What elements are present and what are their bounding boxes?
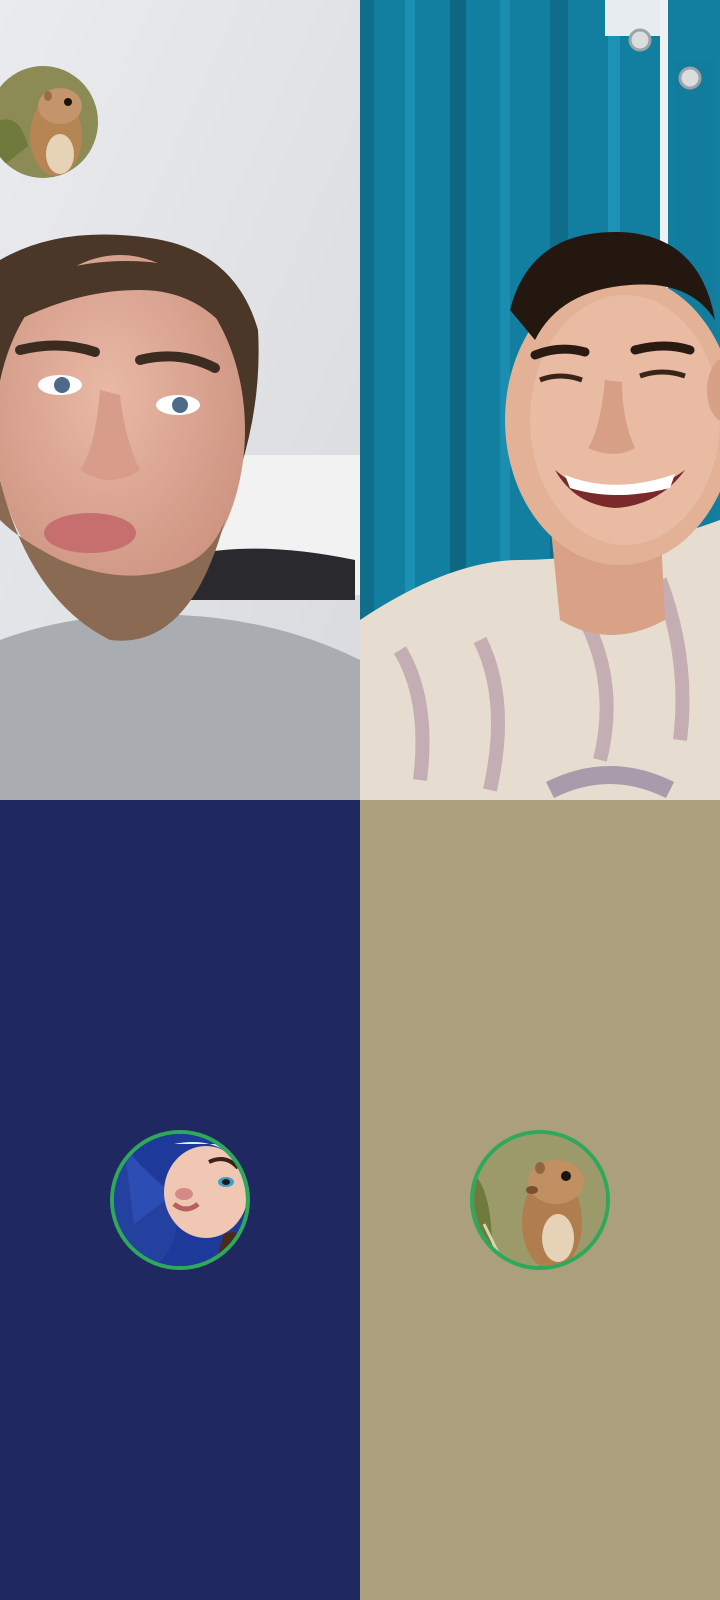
woman-portrait-avatar-icon [114, 1134, 246, 1266]
participant-avatar-3 [110, 1130, 250, 1270]
participant-avatar-4 [470, 1130, 610, 1270]
participant-video-2 [360, 0, 720, 800]
participant-video-tile-2[interactable] [360, 0, 720, 800]
participant-avatar-tile-3[interactable] [0, 800, 360, 1600]
participant-avatar-tile-4[interactable] [360, 800, 720, 1600]
participant-video-tile-1[interactable] [0, 0, 360, 800]
prairie-dog-avatar-icon [474, 1134, 606, 1266]
video-call-grid [0, 0, 720, 1600]
